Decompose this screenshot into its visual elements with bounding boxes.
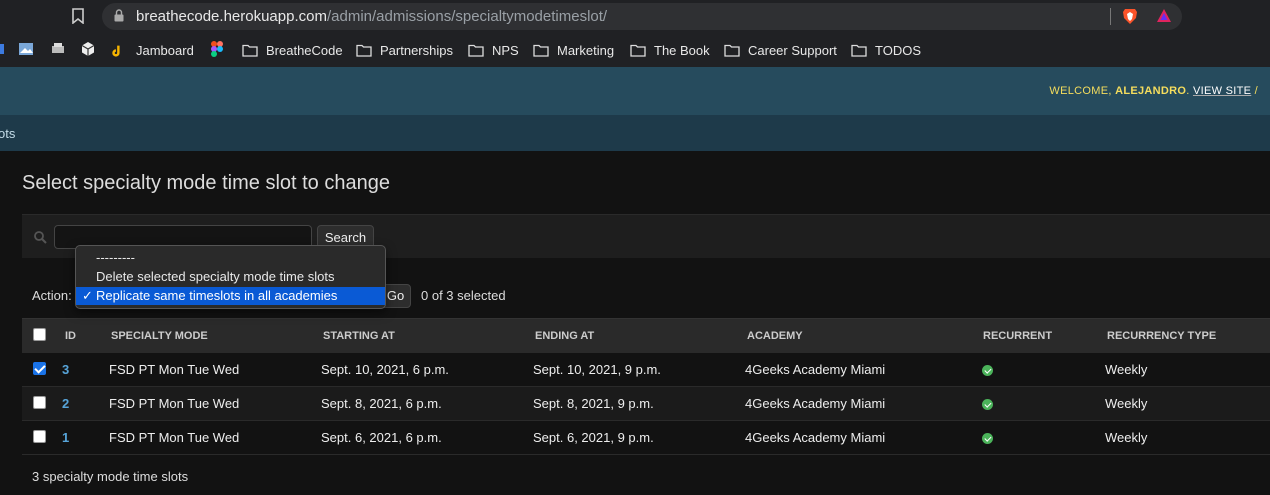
row-type: Weekly <box>1105 396 1148 411</box>
table-header: ID SPECIALTY MODE STARTING AT ENDING AT … <box>22 318 1270 352</box>
folder-icon <box>468 44 484 57</box>
separator: / <box>1251 85 1258 97</box>
check-circle-icon <box>982 433 993 444</box>
folder-icon <box>724 44 740 57</box>
checkmark-icon: ✓ <box>82 288 93 303</box>
row-start: Sept. 10, 2021, 6 p.m. <box>321 362 449 377</box>
brave-rewards-icon[interactable] <box>1156 8 1172 24</box>
option-label: Replicate same timeslots in all academie… <box>96 288 338 303</box>
bookmark-folder-career-support[interactable]: Career Support <box>724 40 837 60</box>
action-dropdown-menu[interactable]: --------- Delete selected specialty mode… <box>75 245 386 309</box>
row-checkbox[interactable] <box>33 430 46 443</box>
bookmark-label: Jamboard <box>136 42 194 58</box>
select-all-checkbox[interactable] <box>33 328 46 341</box>
welcome-text: WELCOME, <box>1049 85 1116 97</box>
bookmark-label: Career Support <box>748 42 837 58</box>
folder-icon <box>533 44 549 57</box>
row-id-link[interactable]: 1 <box>62 430 69 445</box>
folder-icon <box>242 44 258 57</box>
bookmark-label: Marketing <box>557 42 615 58</box>
url-host: breathecode.herokuapp.com <box>136 8 327 25</box>
bookmark-label: BreatheCode <box>266 42 343 58</box>
check-circle-icon <box>982 399 993 410</box>
breadcrumb-text: ots <box>0 126 16 141</box>
row-academy: 4Geeks Academy Miami <box>745 362 886 377</box>
col-recurrency-type[interactable]: RECURRENCY TYPE <box>1107 330 1216 342</box>
bookmark-folder-breathecode[interactable]: BreatheCode <box>242 40 343 60</box>
row-end: Sept. 8, 2021, 9 p.m. <box>533 396 654 411</box>
col-id[interactable]: ID <box>65 330 76 342</box>
row-start: Sept. 8, 2021, 6 p.m. <box>321 396 442 411</box>
bookmark-label: Partnerships <box>380 42 453 58</box>
breadcrumb: ots <box>0 115 1270 151</box>
paginator: 3 specialty mode time slots <box>22 454 1270 495</box>
dot: . <box>1186 85 1193 97</box>
row-type: Weekly <box>1105 362 1148 377</box>
row-id-link[interactable]: 2 <box>62 396 69 411</box>
brave-shield-icon[interactable] <box>1122 8 1138 25</box>
col-ending-at[interactable]: ENDING AT <box>535 330 594 342</box>
row-academy: 4Geeks Academy Miami <box>745 430 886 445</box>
folder-icon <box>851 44 867 57</box>
page-title: Select specialty mode time slot to chang… <box>22 172 390 194</box>
action-option-delete[interactable]: Delete selected specialty mode time slot… <box>76 268 385 286</box>
row-id-link[interactable]: 3 <box>62 362 69 377</box>
row-type: Weekly <box>1105 430 1148 445</box>
bookmark-folder-marketing[interactable]: Marketing <box>533 40 614 60</box>
lock-icon <box>114 9 124 22</box>
bookmark-folder-todos[interactable]: TODOS <box>851 40 921 60</box>
bookmark-label: NPS <box>492 42 519 58</box>
row-start: Sept. 6, 2021, 6 p.m. <box>321 430 442 445</box>
bookmark-image-icon[interactable] <box>18 41 34 57</box>
url-text: breathecode.herokuapp.com/admin/admissio… <box>136 8 607 25</box>
col-academy[interactable]: ACADEMY <box>747 330 803 342</box>
table-row: 1 FSD PT Mon Tue Wed Sept. 6, 2021, 6 p.… <box>22 420 1270 454</box>
row-end: Sept. 10, 2021, 9 p.m. <box>533 362 661 377</box>
search-icon <box>34 231 47 244</box>
row-mode: FSD PT Mon Tue Wed <box>109 362 240 377</box>
user-tools: WELCOME, ALEJANDRO. VIEW SITE / <box>1049 85 1258 97</box>
omnibox-divider <box>1110 8 1111 25</box>
action-label: Action: <box>32 288 72 303</box>
address-bar[interactable]: breathecode.herokuapp.com/admin/admissio… <box>102 3 1182 30</box>
username: ALEJANDRO <box>1115 85 1187 97</box>
col-starting-at[interactable]: STARTING AT <box>323 330 395 342</box>
bookmark-app-icon[interactable] <box>0 41 10 57</box>
check-circle-icon <box>982 365 993 376</box>
folder-icon <box>630 44 646 57</box>
bookmark-jamboard[interactable]: Jamboard <box>112 40 194 60</box>
action-option-replicate[interactable]: ✓ Replicate same timeslots in all academi… <box>76 287 385 305</box>
bookmark-label: The Book <box>654 42 710 58</box>
action-option-blank[interactable]: --------- <box>76 249 385 267</box>
view-site-link[interactable]: VIEW SITE <box>1193 85 1251 97</box>
browser-toolbar: breathecode.herokuapp.com/admin/admissio… <box>0 0 1270 33</box>
url-path: /admin/admissions/specialtymodetimeslot/ <box>326 8 608 25</box>
col-recurrent[interactable]: RECURRENT <box>983 330 1052 342</box>
row-mode: FSD PT Mon Tue Wed <box>109 396 240 411</box>
row-mode: FSD PT Mon Tue Wed <box>109 430 240 445</box>
admin-header: WELCOME, ALEJANDRO. VIEW SITE / <box>0 67 1270 115</box>
table-row: 2 FSD PT Mon Tue Wed Sept. 8, 2021, 6 p.… <box>22 386 1270 420</box>
row-end: Sept. 6, 2021, 9 p.m. <box>533 430 654 445</box>
row-academy: 4Geeks Academy Miami <box>745 396 886 411</box>
table-row: 3 FSD PT Mon Tue Wed Sept. 10, 2021, 6 p… <box>22 352 1270 386</box>
bookmark-label: TODOS <box>875 42 921 58</box>
bookmark-folder-nps[interactable]: NPS <box>468 40 519 60</box>
selected-count: 0 of 3 selected <box>421 288 506 303</box>
bookmark-folder-the-book[interactable]: The Book <box>630 40 710 60</box>
folder-icon <box>356 44 372 57</box>
bookmark-printer-icon[interactable] <box>50 41 66 57</box>
bookmark-folder-partnerships[interactable]: Partnerships <box>356 40 453 60</box>
row-checkbox[interactable] <box>33 396 46 409</box>
row-checkbox[interactable] <box>33 362 46 375</box>
result-count: 3 specialty mode time slots <box>32 469 189 484</box>
bookmark-cube-icon[interactable] <box>80 41 96 57</box>
figma-icon[interactable] <box>211 41 227 57</box>
col-specialty-mode[interactable]: SPECIALTY MODE <box>111 330 208 342</box>
jamboard-icon <box>112 45 120 57</box>
bookmarks-bar: Jamboard BreatheCode Partnerships NPS Ma… <box>0 33 1270 67</box>
bookmark-icon[interactable] <box>72 8 86 25</box>
